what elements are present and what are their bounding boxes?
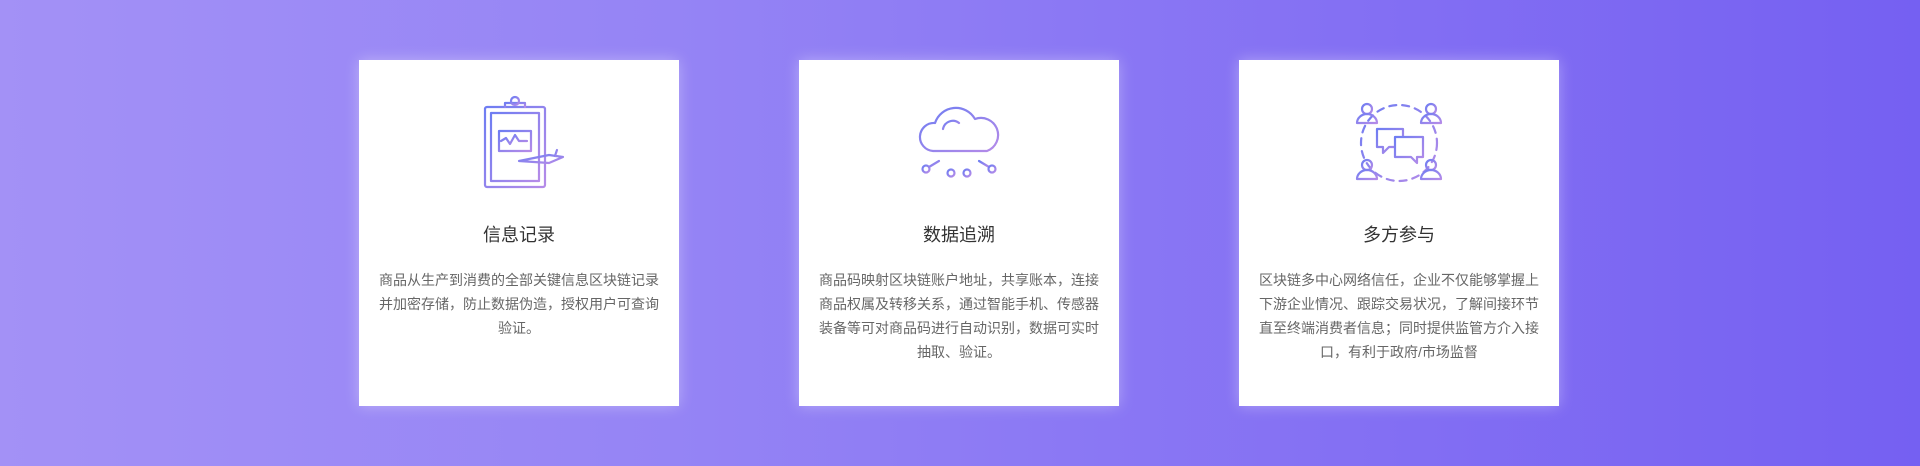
card-title: 数据追溯 [923,225,995,245]
card-title: 多方参与 [1363,225,1435,245]
feature-card-info-record: 信息记录 商品从生产到消费的全部关键信息区块链记录并加密存储，防止数据伪造，授权… [359,60,679,406]
feature-card-data-trace: 数据追溯 商品码映射区块链账户地址，共享账本，连接商品权属及转移关系，通过智能手… [799,60,1119,406]
card-description: 区块链多中心网络信任，企业不仅能够掌握上下游企业情况、跟踪交易状况，了解间接环节… [1259,272,1539,360]
clipboard-record-icon [469,93,569,193]
card-title: 信息记录 [483,225,555,245]
feature-card-multi-party: 多方参与 区块链多中心网络信任，企业不仅能够掌握上下游企业情况、跟踪交易状况，了… [1239,60,1559,406]
card-description: 商品码映射区块链账户地址，共享账本，连接商品权属及转移关系，通过智能手机、传感器… [819,272,1099,360]
cloud-network-icon [909,93,1009,193]
multi-party-chat-icon [1349,93,1449,193]
card-description: 商品从生产到消费的全部关键信息区块链记录并加密存储，防止数据伪造，授权用户可查询… [379,272,659,336]
